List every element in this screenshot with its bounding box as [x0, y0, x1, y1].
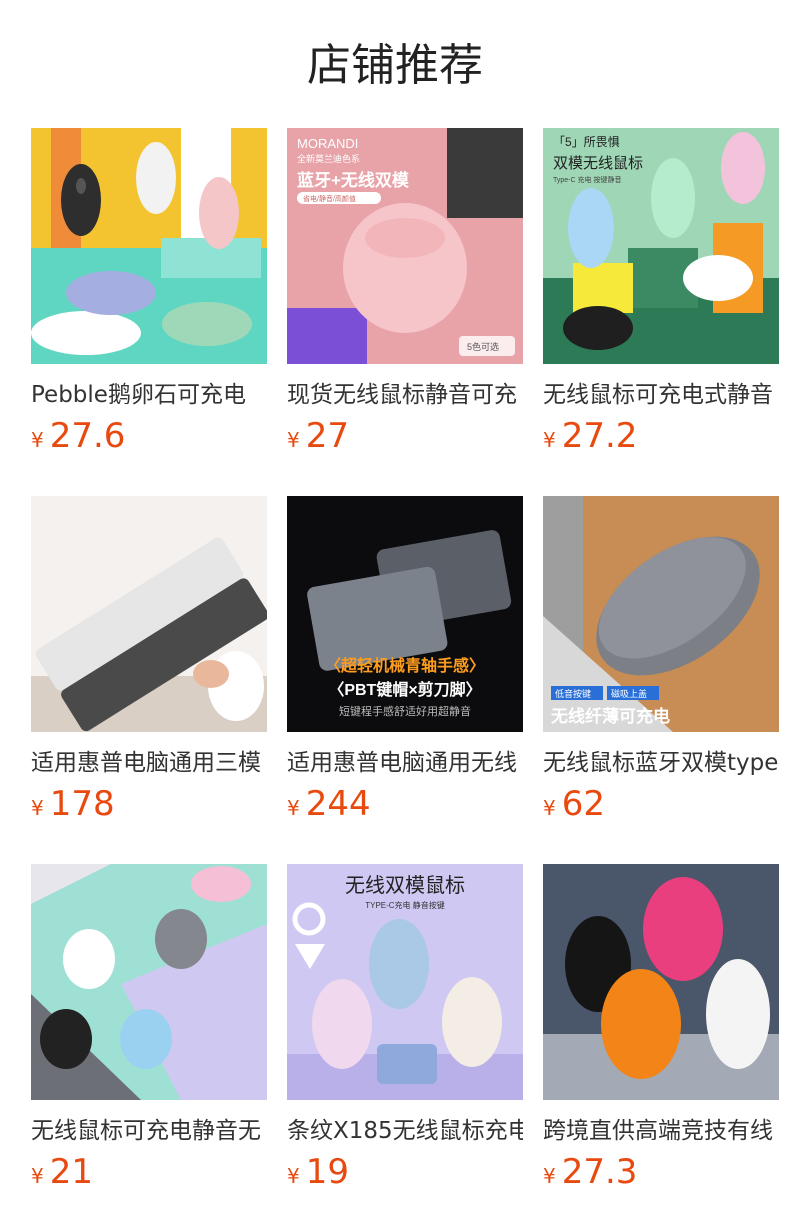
- product-name[interactable]: 适用惠普电脑通用三模: [31, 746, 267, 780]
- price-value: 27.3: [561, 1152, 638, 1192]
- product-price: ¥19: [287, 1152, 349, 1196]
- price-value: 27: [305, 416, 349, 456]
- product-card[interactable]: 「5」所畏惧 双模无线鼠标 Type-C 充电 按键静音 无线鼠标可充电式静音 …: [543, 128, 779, 468]
- image-text: TYPE-C充电 静音按键: [365, 900, 445, 910]
- product-name[interactable]: 现货无线鼠标静音可充: [287, 378, 523, 412]
- product-image[interactable]: [31, 496, 267, 732]
- product-name[interactable]: 适用惠普电脑通用无线: [287, 746, 523, 780]
- product-image[interactable]: [31, 864, 267, 1100]
- product-card[interactable]: 跨境直供高端竞技有线 ¥27.3: [543, 864, 779, 1204]
- currency-symbol: ¥: [287, 428, 300, 452]
- product-price: ¥27.3: [543, 1152, 637, 1196]
- product-name[interactable]: Pebble鹅卵石可充电: [31, 378, 267, 412]
- product-price: ¥27.6: [31, 416, 125, 460]
- currency-symbol: ¥: [287, 796, 300, 820]
- page-title: 店铺推荐: [307, 40, 483, 91]
- image-text: 低音按键: [555, 688, 591, 699]
- product-price: ¥21: [31, 1152, 93, 1196]
- product-price: ¥178: [31, 784, 115, 828]
- price-value: 62: [561, 784, 605, 824]
- image-text: Type-C 充电 按键静音: [553, 175, 621, 184]
- image-text: 〈PBT键帽×剪刀脚〉: [328, 680, 481, 699]
- price-value: 178: [49, 784, 115, 824]
- currency-symbol: ¥: [31, 796, 44, 820]
- currency-symbol: ¥: [543, 796, 556, 820]
- image-text: 「5」所畏惧: [553, 134, 620, 149]
- product-image[interactable]: MORANDI 全新莫兰迪色系 蓝牙+无线双模 省电/静音/高颜值 5色可选: [287, 128, 523, 364]
- product-image[interactable]: 「5」所畏惧 双模无线鼠标 Type-C 充电 按键静音: [543, 128, 779, 364]
- product-name[interactable]: 无线鼠标蓝牙双模type: [543, 746, 779, 780]
- price-value: 27.6: [49, 416, 126, 456]
- price-value: 244: [305, 784, 371, 824]
- product-image[interactable]: [31, 128, 267, 364]
- product-image[interactable]: 无线双模鼠标 TYPE-C充电 静音按键: [287, 864, 523, 1100]
- price-value: 19: [305, 1152, 349, 1192]
- image-text: MORANDI: [297, 136, 358, 151]
- product-image[interactable]: 低音按键 磁吸上盖 无线纤薄可充电: [543, 496, 779, 732]
- image-text: 省电/静音/高颜值: [303, 194, 356, 203]
- currency-symbol: ¥: [287, 1164, 300, 1188]
- product-card[interactable]: 无线双模鼠标 TYPE-C充电 静音按键 条纹X185无线鼠标充电 ¥19: [287, 864, 523, 1204]
- currency-symbol: ¥: [543, 1164, 556, 1188]
- product-name[interactable]: 条纹X185无线鼠标充电: [287, 1114, 523, 1148]
- image-text: 5色可选: [467, 341, 499, 352]
- currency-symbol: ¥: [543, 428, 556, 452]
- image-text: 〈超轻机械青轴手感〉: [325, 656, 485, 675]
- product-price: ¥27: [287, 416, 349, 460]
- product-card[interactable]: 无线鼠标可充电静音无 ¥21: [31, 864, 267, 1204]
- product-price: ¥27.2: [543, 416, 637, 460]
- product-name[interactable]: 无线鼠标可充电静音无: [31, 1114, 267, 1148]
- image-text: 无线双模鼠标: [345, 874, 465, 897]
- product-card[interactable]: Pebble鹅卵石可充电 ¥27.6: [31, 128, 267, 468]
- product-card[interactable]: MORANDI 全新莫兰迪色系 蓝牙+无线双模 省电/静音/高颜值 5色可选 现…: [287, 128, 523, 468]
- product-image[interactable]: 〈超轻机械青轴手感〉 〈PBT键帽×剪刀脚〉 短键程手感舒适好用超静音: [287, 496, 523, 732]
- image-text: 无线纤薄可充电: [550, 706, 670, 726]
- product-price: ¥62: [543, 784, 605, 828]
- product-name[interactable]: 无线鼠标可充电式静音: [543, 378, 779, 412]
- product-card[interactable]: 低音按键 磁吸上盖 无线纤薄可充电 无线鼠标蓝牙双模type ¥62: [543, 496, 779, 836]
- image-text: 全新莫兰迪色系: [297, 153, 360, 164]
- product-price: ¥244: [287, 784, 371, 828]
- product-name[interactable]: 跨境直供高端竞技有线: [543, 1114, 779, 1148]
- product-image[interactable]: [543, 864, 779, 1100]
- currency-symbol: ¥: [31, 428, 44, 452]
- image-text: 双模无线鼠标: [553, 155, 643, 172]
- product-card[interactable]: 适用惠普电脑通用三模 ¥178: [31, 496, 267, 836]
- image-text: 短键程手感舒适好用超静音: [339, 704, 471, 718]
- price-value: 21: [49, 1152, 93, 1192]
- currency-symbol: ¥: [31, 1164, 44, 1188]
- product-card[interactable]: 〈超轻机械青轴手感〉 〈PBT键帽×剪刀脚〉 短键程手感舒适好用超静音 适用惠普…: [287, 496, 523, 836]
- price-value: 27.2: [561, 416, 638, 456]
- image-text: 蓝牙+无线双模: [297, 170, 410, 190]
- image-text: 磁吸上盖: [611, 688, 647, 699]
